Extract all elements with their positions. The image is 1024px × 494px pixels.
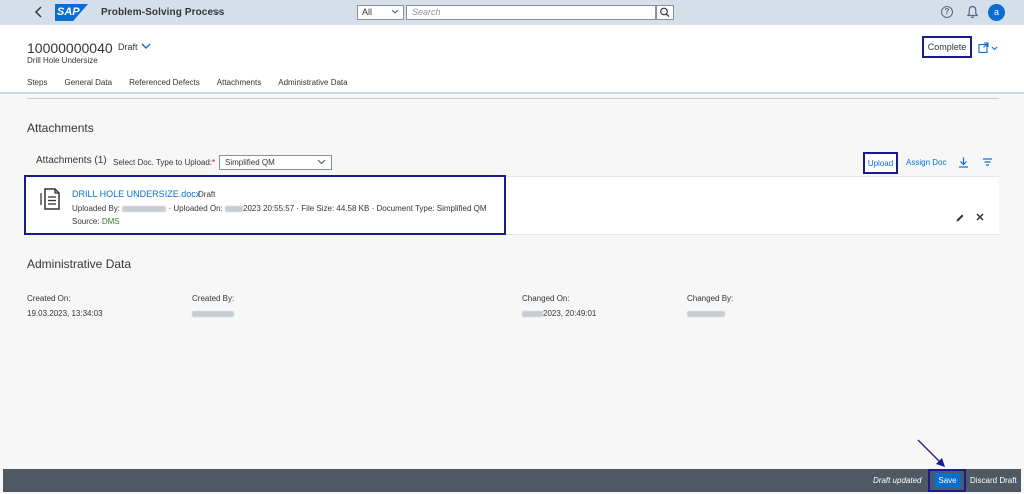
object-id: 10000000040 — [27, 40, 113, 56]
table-settings-icon[interactable] — [982, 157, 993, 168]
chevron-down-icon — [141, 42, 151, 53]
search-button[interactable] — [656, 5, 674, 20]
footer-toolbar: Draft updated Save Discard Draft — [3, 469, 1021, 492]
arrow-annotation-icon — [917, 439, 945, 467]
search-input[interactable]: Search — [406, 5, 656, 20]
search-icon — [660, 7, 670, 18]
draft-saved-status: Draft updated — [873, 476, 922, 485]
download-icon[interactable] — [958, 157, 969, 168]
edit-icon[interactable] — [955, 213, 965, 223]
page-content[interactable]: Attachments Attachments (1) Select Doc. … — [0, 94, 1024, 469]
admin-section-title: Administrative Data — [27, 257, 132, 271]
delete-icon[interactable] — [975, 212, 985, 222]
changed-on-label: Changed On: — [522, 294, 570, 303]
doc-type-label: Select Doc. Type to Upload:* — [113, 158, 216, 167]
created-by-label: Created By: — [192, 294, 235, 303]
attachment-highlight — [24, 175, 506, 235]
changed-on-value: 2023, 20:49:01 — [522, 309, 596, 318]
attachments-section-title: Attachments — [27, 121, 94, 135]
object-header: 10000000040 Draft Drill Hole Undersize C… — [0, 25, 1024, 94]
help-icon[interactable]: ? — [941, 6, 953, 18]
created-by-value — [192, 309, 234, 318]
redacted-date — [522, 310, 543, 317]
chevron-down-icon[interactable] — [212, 6, 222, 21]
discard-draft-button[interactable]: Discard Draft — [970, 476, 1017, 485]
divider — [27, 98, 999, 99]
shell-bar: SAP Problem-Solving Process All Search ?… — [0, 0, 1024, 25]
complete-button[interactable]: Complete — [922, 36, 972, 58]
created-on-value: 19.03.2023, 13:34:03 — [27, 309, 103, 318]
object-subtitle: Drill Hole Undersize — [27, 56, 98, 65]
back-icon[interactable] — [32, 4, 46, 20]
save-button[interactable]: Save — [934, 473, 961, 488]
draft-status-menu[interactable]: Draft — [118, 42, 151, 53]
app-title[interactable]: Problem-Solving Process — [101, 7, 224, 18]
created-on-label: Created On: — [27, 294, 71, 303]
assign-doc-button[interactable]: Assign Doc — [906, 158, 946, 167]
search-scope-select[interactable]: All — [357, 5, 404, 20]
share-icon[interactable] — [978, 42, 1000, 54]
redacted-user — [192, 310, 234, 317]
sap-logo[interactable]: SAP — [55, 4, 88, 21]
changed-by-label: Changed By: — [687, 294, 734, 303]
avatar[interactable]: a — [988, 4, 1005, 21]
attachments-count-title: Attachments (1) — [36, 155, 107, 166]
chevron-down-icon — [391, 6, 399, 22]
upload-button[interactable]: Upload — [863, 152, 898, 174]
doc-type-select[interactable]: Simplified QM — [219, 155, 332, 170]
bell-icon[interactable] — [966, 5, 979, 19]
redacted-user — [687, 310, 725, 317]
chevron-down-icon — [317, 156, 326, 172]
changed-by-value — [687, 309, 725, 318]
